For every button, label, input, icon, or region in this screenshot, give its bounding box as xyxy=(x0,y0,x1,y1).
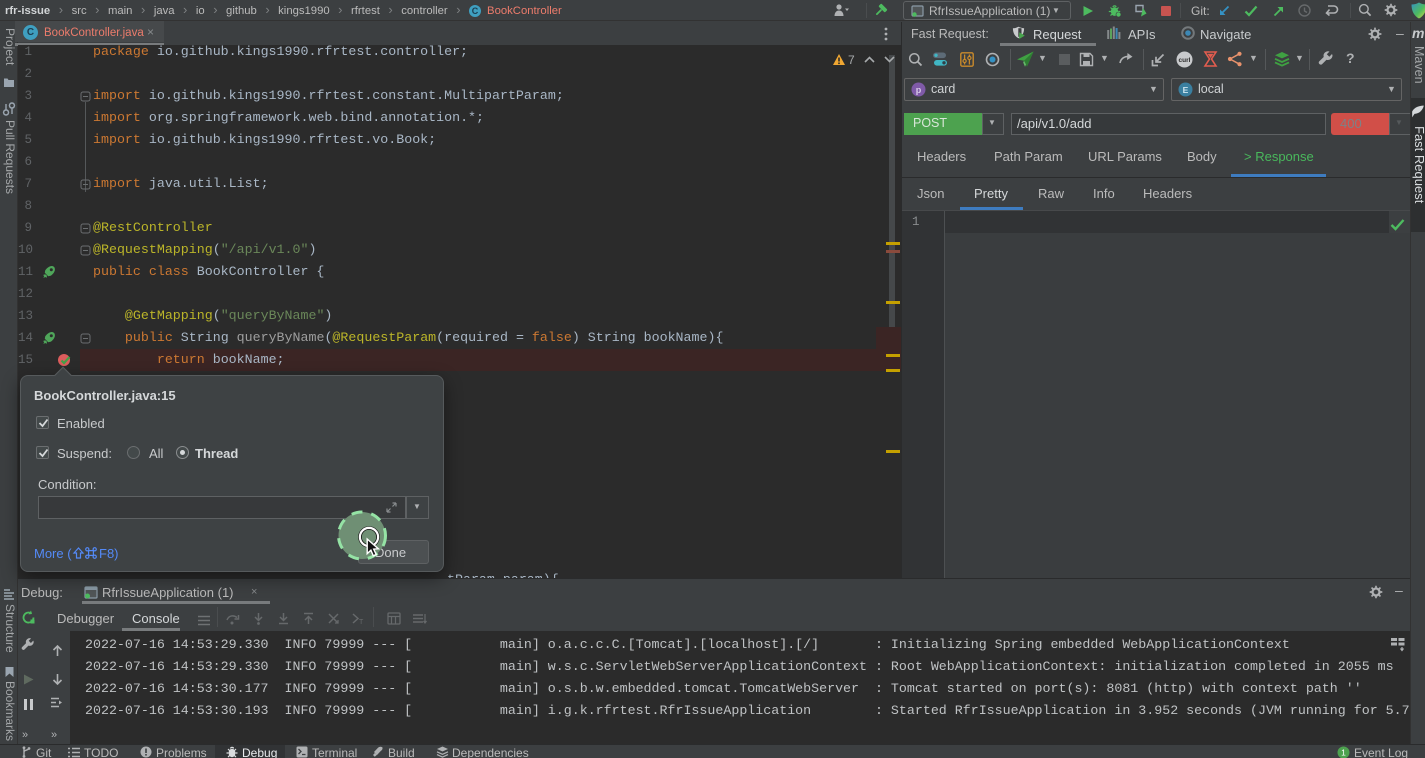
svg-text:T: T xyxy=(359,619,364,626)
svg-text:curl: curl xyxy=(1179,57,1191,64)
svg-text:1: 1 xyxy=(1341,748,1346,758)
svg-text:p: p xyxy=(916,85,922,95)
svg-text:E: E xyxy=(1183,85,1189,95)
